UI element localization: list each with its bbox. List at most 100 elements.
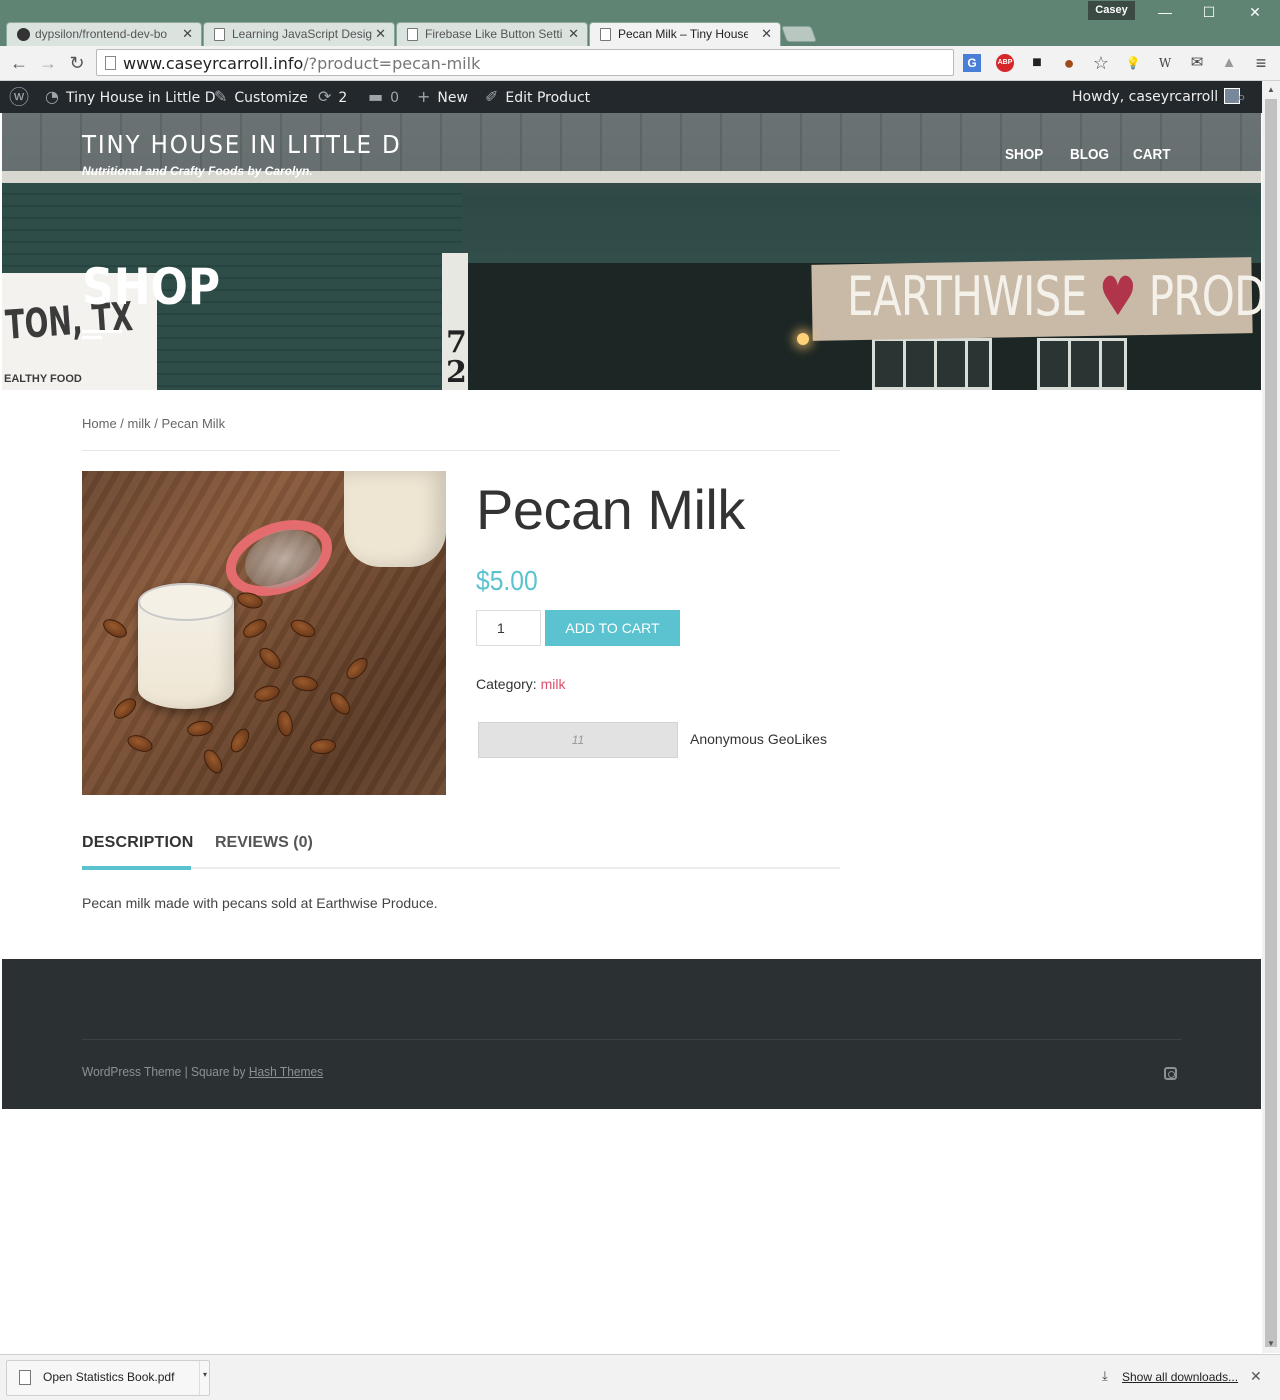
wp-admin-bar: ⓦ ◔ Tiny House in Little D ✎ Customize ⟳ 2 … [0,81,1280,113]
translate-icon[interactable]: G [963,54,981,72]
admin-comments-link[interactable]: ▬ 0 [368,81,399,113]
scroll-thumb[interactable] [1265,99,1277,1347]
tab-label: Pecan Milk – Tiny House i [618,27,748,41]
page-title: SHOP [82,258,221,316]
admin-edit-product-link[interactable]: ✐ Edit Product [485,81,590,113]
product-title: Pecan Milk [476,478,745,541]
close-tab-icon[interactable]: ✕ [568,23,579,45]
wikipedia-icon[interactable]: W [1156,54,1174,72]
tab-reviews[interactable]: REVIEWS (0) [215,834,313,852]
site-title[interactable]: TINY HOUSE IN LITTLE D [82,130,402,159]
product-price: $5.00 [476,565,538,596]
maximize-icon[interactable]: ☐ [1198,4,1220,20]
page-icon [214,28,225,41]
window-image [872,338,992,390]
lamp-light [797,333,809,345]
product-description: Pecan milk made with pecans sold at Eart… [82,895,438,911]
nav-shop[interactable]: SHOP [1005,146,1043,164]
forward-icon[interactable]: → [37,52,59,74]
download-icon: ⤓ [1102,1368,1108,1383]
title-underline [82,330,122,333]
quantity-input[interactable]: 1 [476,610,541,646]
download-item[interactable]: Open Statistics Book.pdf ▾ [6,1360,210,1396]
title-bar: Casey — ☐ ✕ [0,0,1280,20]
tabs-divider [82,867,840,869]
product-image[interactable] [82,471,446,795]
tab-label: Learning JavaScript Desig [232,27,372,41]
breadcrumb-current: Pecan Milk [161,416,226,431]
hash-themes-link[interactable]: Hash Themes [249,1064,323,1079]
footer-divider [82,1039,1182,1040]
close-shelf-icon[interactable]: ✕ [1250,1368,1262,1385]
download-shelf: Open Statistics Book.pdf ▾ ⤓ Show all do… [0,1354,1280,1400]
window-image [1037,338,1127,390]
admin-account-link[interactable]: Howdy, caseyrcarroll [1072,81,1241,113]
admin-updates-link[interactable]: ⟳ 2 [318,81,347,113]
star-icon[interactable]: ☆ [1092,54,1110,72]
avatar-icon[interactable]: ● [1060,54,1078,72]
add-to-cart-button[interactable]: ADD TO CART [545,610,680,646]
tab-label: dypsilon/frontend-dev-bo [35,27,168,41]
site-tagline: Nutritional and Crafty Foods by Carolyn. [82,164,313,178]
menu-icon[interactable]: ≡ [1252,54,1270,72]
footer-credit: WordPress Theme | Square by Hash Themes [82,1064,324,1079]
milk-glass-top [138,583,234,621]
show-all-downloads-link[interactable]: Show all downloads... [1122,1370,1238,1384]
admin-customize-link[interactable]: ✎ Customize [214,81,308,113]
url-text: www.caseyrcarroll.info/?product=pecan-mi… [123,54,481,73]
download-file-name: Open Statistics Book.pdf [43,1370,175,1384]
category-link[interactable]: milk [541,676,566,692]
nav-cart[interactable]: CART [1133,146,1171,164]
divider [82,450,840,451]
browser-tab-pecan-milk[interactable]: Pecan Milk – Tiny House i ✕ [589,22,781,46]
page-icon [407,28,418,41]
breadcrumb-category[interactable]: milk [128,416,151,431]
page-icon [600,28,611,41]
nav-blog[interactable]: BLOG [1070,146,1109,164]
adblock-icon[interactable]: ABP [996,54,1014,72]
back-icon[interactable]: ← [8,52,30,74]
site-footer: WordPress Theme | Square by Hash Themes [2,959,1261,1109]
page-info-icon[interactable] [105,56,116,70]
tab-description[interactable]: DESCRIPTION [82,834,194,852]
close-window-icon[interactable]: ✕ [1244,4,1266,20]
jar-image [344,471,446,567]
breadcrumb: Home / milk / Pecan Milk [82,416,226,431]
search-icon[interactable]: ⌕ [1237,81,1246,113]
wordpress-logo-icon[interactable]: ⓦ [9,81,36,113]
browser-chrome: Casey — ☐ ✕ dypsilon/frontend-dev-bo ✕ L… [0,0,1280,81]
breadcrumb-home[interactable]: Home [82,416,117,431]
store-sign-text: EARTHWISE ♥ PRODUCE [847,265,1261,328]
like-button[interactable]: 11 [478,722,678,758]
browser-tab-learning-js[interactable]: Learning JavaScript Desig ✕ [203,22,395,46]
tab-strip: dypsilon/frontend-dev-bo ✕ Learning Java… [0,20,1280,46]
title-underline [82,336,102,339]
new-tab-button[interactable] [781,26,817,42]
browser-toolbar: ← → ↻ www.caseyrcarroll.info/?product=pe… [0,46,1280,81]
scroll-up-icon[interactable]: ▲ [1262,83,1280,97]
github-icon [17,28,30,41]
admin-new-link[interactable]: + New [417,81,468,113]
mail-icon[interactable]: ✉ [1188,54,1206,72]
reader-icon[interactable]: ■ [1028,54,1046,72]
reload-icon[interactable]: ↻ [66,52,88,74]
browser-tab-firebase[interactable]: Firebase Like Button Setti ✕ [396,22,588,46]
close-tab-icon[interactable]: ✕ [375,23,386,45]
drive-icon[interactable]: ▲ [1220,54,1238,72]
address-bar[interactable]: www.caseyrcarroll.info/?product=pecan-mi… [96,49,954,76]
scroll-down-icon[interactable]: ▼ [1262,1337,1280,1351]
brush-icon: ✎ [214,87,228,106]
dashboard-icon: ◔ [45,87,59,106]
close-tab-icon[interactable]: ✕ [182,23,193,45]
instagram-icon[interactable] [1164,1067,1177,1080]
active-tab-indicator [82,866,191,870]
browser-tab-github[interactable]: dypsilon/frontend-dev-bo ✕ [6,22,202,46]
page-scrollbar[interactable]: ▲ ▼ [1262,81,1280,1353]
product-category: Category: milk [476,676,566,692]
profile-button[interactable]: Casey [1088,1,1135,20]
close-tab-icon[interactable]: ✕ [761,23,772,45]
lightbulb-icon[interactable]: 💡 [1124,54,1142,72]
admin-site-link[interactable]: ◔ Tiny House in Little D [45,81,216,113]
chevron-down-icon[interactable]: ▾ [199,1361,210,1395]
minimize-icon[interactable]: — [1154,4,1176,20]
